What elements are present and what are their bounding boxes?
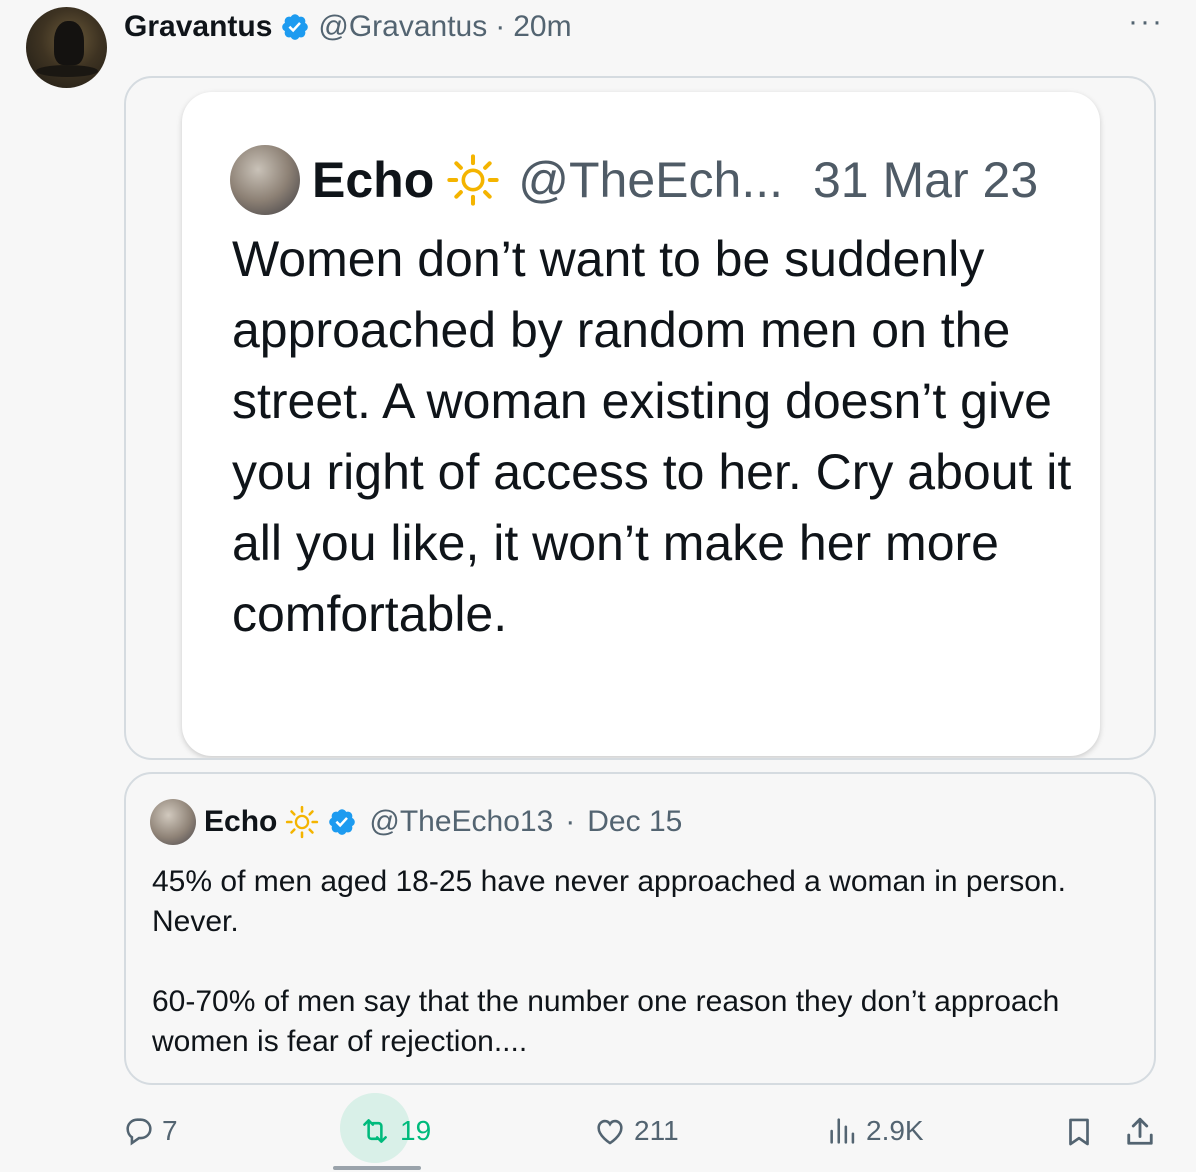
action-bar: 7 19 211 2.9K [0, 1104, 1196, 1164]
post-time[interactable]: 20m [513, 10, 571, 44]
views-button[interactable]: 2.9K [826, 1114, 924, 1148]
avatar-creature [36, 65, 98, 77]
sun-icon [447, 154, 499, 206]
reply-count: 7 [162, 1115, 178, 1146]
reply-button[interactable]: 7 [122, 1114, 178, 1148]
separator-dot: · [495, 10, 506, 43]
embedded-date: 31 Mar 23 [813, 152, 1039, 208]
quoted-text-line: Never. [152, 905, 239, 938]
author-handle[interactable]: @Gravantus [318, 10, 487, 44]
sun-icon [286, 805, 319, 839]
views-icon [830, 1118, 855, 1144]
embedded-tweet-text: Women don’t want to be suddenly approach… [232, 231, 1072, 642]
separator-dot: · [565, 805, 576, 838]
quoted-post[interactable]: Echo @TheEcho13 · Dec 15 45% of men aged… [124, 772, 1156, 1085]
reply-icon [126, 1118, 152, 1146]
scroll-indicator [333, 1166, 421, 1170]
quoted-text-line: 45% of men aged 18-25 have never approac… [152, 865, 1066, 898]
quoted-text-paragraph: 60-70% of men say that the number one re… [152, 985, 1060, 1058]
author-avatar[interactable] [26, 7, 107, 88]
bookmark-icon [1069, 1118, 1089, 1146]
like-icon [597, 1119, 623, 1145]
quoted-avatar [150, 799, 196, 845]
repost-count: 19 [400, 1115, 432, 1146]
attached-image[interactable]: Echo @TheEch... 31 Mar 23 Women don’t wa… [124, 76, 1156, 760]
avatar-figure [54, 21, 84, 65]
author-name[interactable]: Gravantus [124, 10, 272, 44]
embedded-name: Echo [312, 152, 435, 208]
post-header: Gravantus @Gravantus · 20m [124, 9, 572, 45]
more-icon[interactable]: ··· [1128, 7, 1164, 37]
share-button[interactable] [1122, 1114, 1158, 1150]
embedded-tweet-header: Echo @TheEch... 31 Mar 23 [230, 144, 1038, 216]
like-button[interactable]: 211 [592, 1114, 679, 1148]
views-count: 2.9K [866, 1115, 924, 1146]
quoted-date: Dec 15 [587, 805, 683, 838]
embedded-avatar [230, 145, 300, 215]
quoted-handle: @TheEcho13 [369, 805, 554, 838]
verified-badge-icon [329, 809, 356, 835]
quoted-post-text: 45% of men aged 18-25 have never approac… [152, 862, 1132, 1062]
embedded-tweet-card: Echo @TheEch... 31 Mar 23 Women don’t wa… [182, 92, 1100, 756]
share-icon [1127, 1117, 1153, 1145]
repost-button[interactable]: 19 [356, 1114, 431, 1148]
embedded-handle: @TheEch... [518, 152, 783, 208]
verified-badge-icon [282, 14, 309, 40]
bookmark-button[interactable] [1062, 1114, 1096, 1150]
repost-icon [363, 1119, 387, 1143]
quoted-name: Echo [204, 805, 278, 838]
like-count: 211 [634, 1115, 679, 1146]
quoted-post-header: Echo @TheEcho13 · Dec 15 [150, 798, 682, 846]
